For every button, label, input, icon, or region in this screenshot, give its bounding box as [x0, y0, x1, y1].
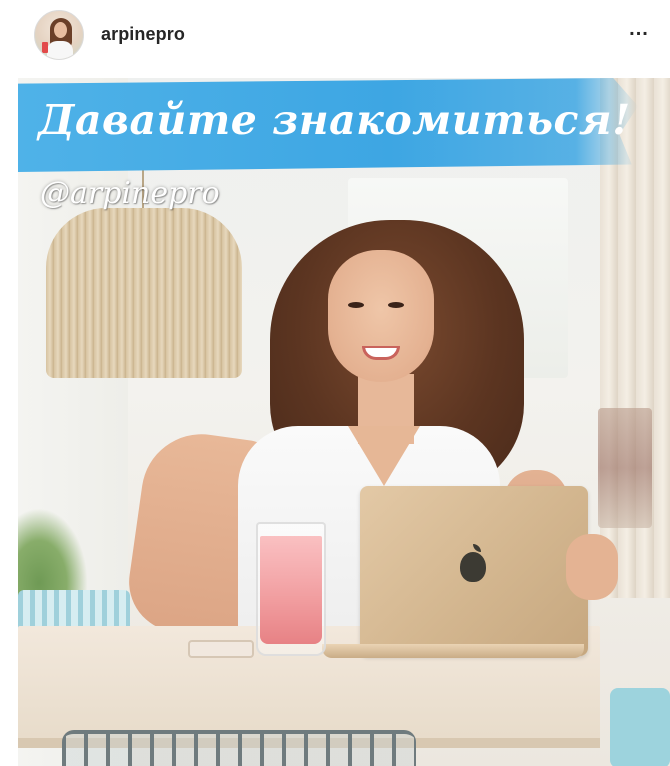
apple-logo-icon	[460, 552, 486, 582]
wicker-lamp	[46, 208, 242, 378]
woman-left-eye	[348, 302, 364, 308]
smartphone	[188, 640, 254, 658]
chair-front	[62, 730, 416, 766]
avatar-body	[47, 41, 73, 59]
woman-right-hand	[566, 534, 618, 600]
drink-glass	[256, 522, 326, 656]
chair-right	[610, 688, 670, 766]
banner-title: Давайте знакомиться!	[38, 96, 631, 144]
more-options-icon: ...	[629, 18, 649, 40]
avatar-drink	[42, 42, 48, 53]
avatar[interactable]	[34, 10, 84, 60]
post-header: arpinepro ...	[0, 0, 670, 68]
background-painting	[598, 408, 652, 528]
handle-caption: @arpinepro	[40, 176, 220, 211]
more-options-button[interactable]: ...	[624, 18, 654, 48]
laptop-base	[322, 644, 584, 658]
post-image[interactable]: Давайте знакомиться! @arpinepro	[18, 78, 670, 766]
woman-face	[328, 250, 434, 382]
avatar-face	[54, 22, 67, 38]
username-link[interactable]: arpinepro	[101, 24, 185, 45]
woman-right-eye	[388, 302, 404, 308]
